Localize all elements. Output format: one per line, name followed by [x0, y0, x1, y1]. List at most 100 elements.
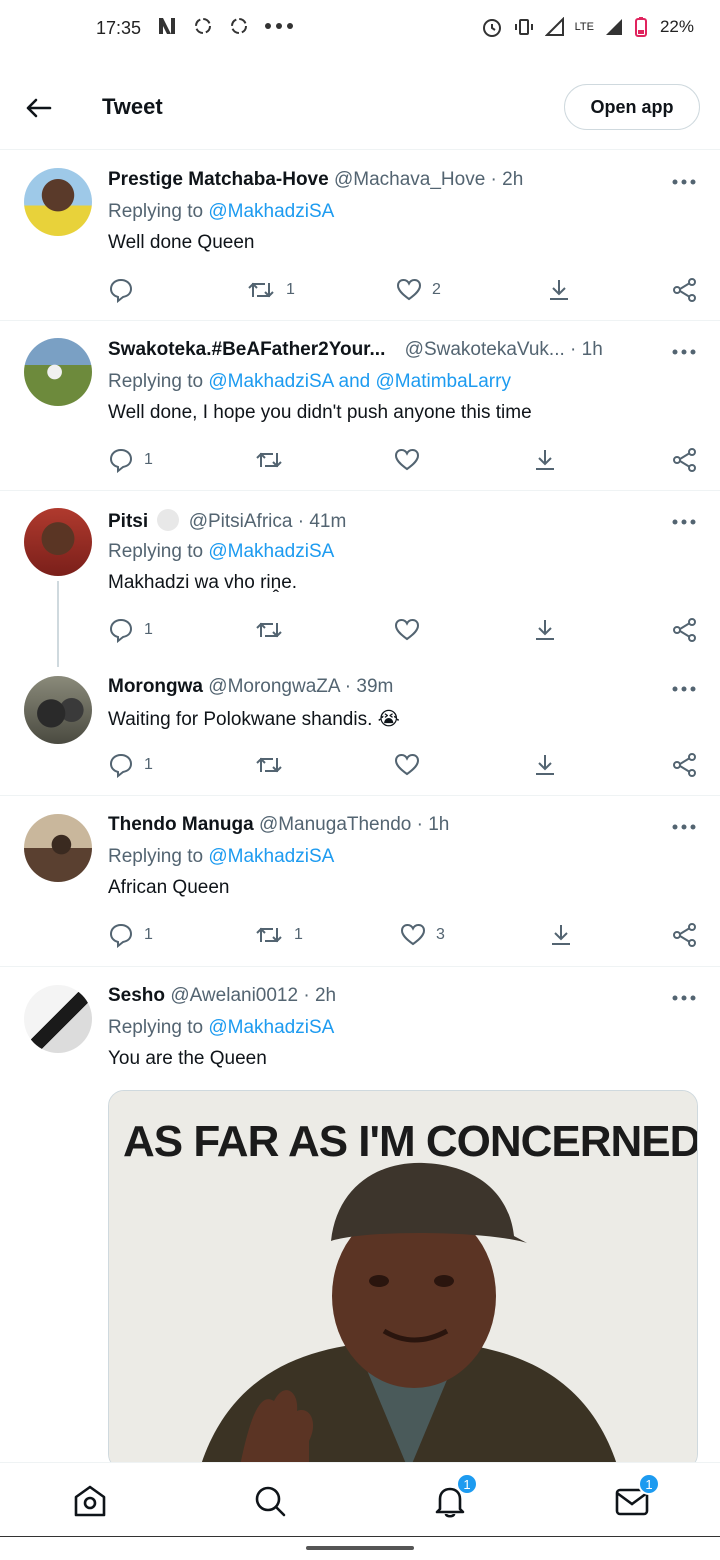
vibrate-icon	[514, 19, 533, 35]
share-button[interactable]	[672, 615, 698, 645]
reply-tweet[interactable]: Prestige Matchaba-Hove @Machava_Hove · 2…	[0, 150, 720, 321]
tweet-actions: 1 2	[108, 275, 700, 305]
signal-icon	[544, 17, 564, 36]
more-options-icon[interactable]	[672, 684, 696, 694]
display-name[interactable]: Morongwa	[108, 676, 203, 697]
share-button[interactable]	[672, 920, 698, 950]
reply-button[interactable]: 1	[108, 615, 153, 645]
gesture-handle[interactable]	[306, 1546, 414, 1550]
download-button[interactable]	[532, 750, 558, 780]
more-options-icon[interactable]	[672, 517, 696, 527]
display-name[interactable]: Swakoteka.#BeAFather2Your...	[108, 339, 385, 360]
signal-icon-2	[605, 19, 622, 35]
replying-to: Replying to @MakhadziSA and @MatimbaLarr…	[108, 371, 511, 392]
display-name[interactable]: Pitsi	[108, 511, 148, 532]
tweet-time[interactable]: 41m	[309, 511, 346, 532]
tweet-time[interactable]: 39m	[356, 676, 393, 697]
tweet-time[interactable]: 1h	[582, 339, 603, 360]
reply-tweet[interactable]: Pitsi @PitsiAfrica · 41m Replying to @Ma…	[0, 491, 720, 667]
download-button[interactable]	[546, 275, 572, 305]
like-button[interactable]	[394, 445, 430, 475]
avatar[interactable]	[24, 676, 92, 744]
avatar[interactable]	[24, 814, 92, 882]
nav-notifications[interactable]: 1	[430, 1473, 478, 1521]
reply-tweet[interactable]: Swakoteka.#BeAFather2Your... @SwakotekaV…	[0, 321, 720, 491]
tweet-actions: 1	[108, 445, 700, 475]
display-name[interactable]: Prestige Matchaba-Hove	[108, 169, 329, 190]
reply-count: 1	[144, 621, 153, 638]
mention-link[interactable]: @MakhadziSA	[208, 846, 334, 867]
share-button[interactable]	[672, 445, 698, 475]
back-arrow-icon[interactable]	[22, 92, 54, 124]
heart-icon	[394, 618, 420, 641]
tweet-time[interactable]: 2h	[315, 985, 336, 1006]
more-options-icon[interactable]	[672, 177, 696, 187]
reply-tweet[interactable]: Morongwa @MorongwaZA · 39m Waiting for P…	[0, 657, 720, 796]
tweet-header: Prestige Matchaba-Hove @Machava_Hove · 2…	[108, 169, 524, 190]
mention-link[interactable]: @MakhadziSA	[208, 371, 333, 392]
reply-tweet[interactable]: Thendo Manuga @ManugaThendo · 1h Replyin…	[0, 796, 720, 967]
nav-search[interactable]	[250, 1481, 290, 1521]
bottom-navigation: 1 1	[0, 1462, 720, 1538]
nav-messages[interactable]: 1	[612, 1473, 660, 1521]
retweet-button[interactable]	[254, 750, 294, 780]
like-button[interactable]: 2	[396, 275, 441, 305]
like-button[interactable]	[394, 615, 430, 645]
share-icon	[673, 618, 696, 642]
replying-to: Replying to @MakhadziSA	[108, 201, 335, 222]
display-name[interactable]: Sesho	[108, 985, 165, 1006]
download-icon	[550, 280, 568, 300]
sync-icon-2	[231, 18, 247, 34]
retweet-button[interactable]	[254, 615, 294, 645]
reply-button[interactable]: 1	[108, 920, 153, 950]
user-handle[interactable]: @Machava_Hove	[334, 169, 485, 190]
tweet-media-image[interactable]: AS FAR AS I'M CONCERNED	[108, 1090, 698, 1470]
status-left-icons	[156, 16, 294, 36]
retweet-button[interactable]	[254, 445, 294, 475]
mention-link-2[interactable]: @MatimbaLarry	[376, 371, 511, 392]
avatar[interactable]	[24, 338, 92, 406]
reply-button[interactable]	[108, 275, 144, 305]
more-options-icon[interactable]	[672, 347, 696, 357]
reply-icon	[109, 448, 133, 473]
reply-button[interactable]: 1	[108, 445, 153, 475]
user-handle[interactable]: @PitsiAfrica	[189, 511, 293, 532]
avatar[interactable]	[24, 508, 92, 576]
tweet-text: Well done, I hope you didn't push anyone…	[108, 402, 532, 423]
nav-home[interactable]	[70, 1481, 110, 1521]
retweet-button[interactable]: 1	[246, 275, 295, 305]
share-button[interactable]	[672, 750, 698, 780]
verified-placeholder-icon	[157, 509, 180, 531]
mention-link[interactable]: @MakhadziSA	[208, 1017, 334, 1038]
more-options-icon[interactable]	[672, 822, 696, 832]
user-handle[interactable]: @MorongwaZA	[208, 676, 339, 697]
user-handle[interactable]: @SwakotekaVuk...	[405, 339, 565, 360]
display-name[interactable]: Thendo Manuga	[108, 814, 254, 835]
download-button[interactable]	[548, 920, 574, 950]
user-handle[interactable]: @Awelani0012	[170, 985, 298, 1006]
tweet-actions: 1 1 3	[108, 920, 700, 950]
retweet-button[interactable]: 1	[254, 920, 303, 950]
share-button[interactable]	[672, 275, 698, 305]
tweet-text: Waiting for Polokwane shandis. 😭	[108, 709, 400, 730]
mention-link[interactable]: @MakhadziSA	[208, 201, 334, 222]
download-button[interactable]	[532, 615, 558, 645]
share-icon	[673, 923, 696, 947]
reply-button[interactable]: 1	[108, 750, 153, 780]
open-app-button[interactable]: Open app	[564, 84, 700, 130]
replying-to: Replying to @MakhadziSA	[108, 541, 335, 562]
avatar[interactable]	[24, 168, 92, 236]
user-handle[interactable]: @ManugaThendo	[259, 814, 411, 835]
like-button[interactable]	[394, 750, 430, 780]
notification-badge: 1	[456, 1473, 478, 1495]
search-icon	[255, 1486, 286, 1517]
mention-link[interactable]: @MakhadziSA	[208, 541, 334, 562]
more-options-icon[interactable]	[672, 993, 696, 1003]
netflix-icon	[159, 18, 175, 34]
like-count: 3	[436, 926, 445, 943]
like-button[interactable]: 3	[400, 920, 445, 950]
avatar[interactable]	[24, 985, 92, 1053]
tweet-time[interactable]: 1h	[428, 814, 449, 835]
tweet-time[interactable]: 2h	[502, 169, 523, 190]
download-button[interactable]	[532, 445, 558, 475]
